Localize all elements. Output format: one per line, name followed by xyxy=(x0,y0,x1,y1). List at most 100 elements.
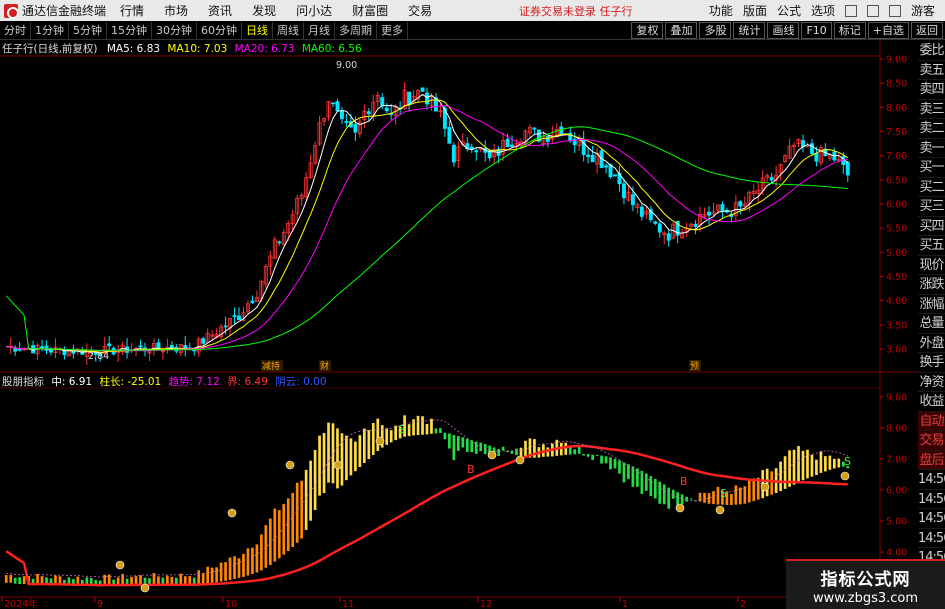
indicator-bar xyxy=(837,458,841,468)
indicator-bar xyxy=(183,576,187,585)
sidebar-item[interactable]: 涨跌 xyxy=(918,275,945,295)
sidebar-item[interactable]: 卖五 xyxy=(918,61,945,80)
candle-body xyxy=(510,144,515,147)
indicator-bar xyxy=(515,448,518,456)
indicator-bar xyxy=(770,471,774,495)
candle-body xyxy=(613,174,617,177)
candle-body xyxy=(232,315,237,318)
indicator-bar xyxy=(613,458,617,469)
kline-chart[interactable]: 9.00 8.50 8.00 7.50 7.00 6.50 6.00 5.50 5.00 4.50… xyxy=(0,0,945,609)
sidebar-item[interactable]: 买一 xyxy=(918,158,945,178)
indicator-bar xyxy=(712,491,715,505)
sidebar-item[interactable]: 总量 xyxy=(918,314,945,334)
indicator-bar xyxy=(4,575,8,583)
sidebar-item[interactable]: 14:56 xyxy=(918,490,945,509)
ind-cloud: 阴云: 0.00 xyxy=(275,376,327,388)
indicator-bar xyxy=(815,459,818,476)
indicator-bar xyxy=(797,446,800,483)
money-bag-icon xyxy=(333,460,343,470)
indicator-bar xyxy=(801,450,805,481)
main-axis-label: 8.00 xyxy=(886,103,907,114)
indicator-bar xyxy=(792,449,796,485)
ma10-line xyxy=(6,99,849,353)
sidebar-item[interactable]: 现价 xyxy=(918,256,945,275)
sidebar-item[interactable]: 自动 xyxy=(918,411,945,431)
indicator-bar xyxy=(371,422,375,455)
candle-body xyxy=(769,177,774,181)
sidebar-item[interactable]: 14:56 xyxy=(918,509,945,529)
candle-body xyxy=(621,183,626,199)
sidebar-item[interactable]: 买五 xyxy=(918,236,945,256)
sidebar-item[interactable]: 14:56 xyxy=(918,470,945,490)
candle-body xyxy=(666,233,671,241)
sidebar-item[interactable]: 买二 xyxy=(918,178,945,197)
sidebar-item[interactable]: 委比 xyxy=(918,41,945,61)
sidebar-item[interactable]: 14:56 xyxy=(918,529,945,548)
indicator-bar xyxy=(439,428,442,433)
sidebar-item[interactable]: 卖三 xyxy=(918,100,945,119)
ma60-line xyxy=(5,126,848,352)
sidebar-item[interactable]: 买四 xyxy=(918,217,945,236)
xaxis-label: 9 xyxy=(97,599,103,609)
indicator-bar xyxy=(595,454,599,456)
candle-body xyxy=(738,201,743,207)
indicator-bar xyxy=(461,437,465,448)
sidebar-item[interactable]: 盘后 xyxy=(918,450,945,470)
indicator-name[interactable]: 股朋指标 xyxy=(2,376,44,388)
indicator-bar xyxy=(18,577,22,584)
ma5-line xyxy=(6,93,849,354)
indicator-bar xyxy=(349,438,353,476)
indicator-bar xyxy=(779,461,782,492)
indicator-bar xyxy=(501,446,505,451)
candle-body xyxy=(604,165,609,168)
indicator-bar xyxy=(255,544,259,573)
sidebar-item[interactable]: 外盘 xyxy=(918,334,945,353)
indicator-bar xyxy=(573,449,577,455)
sub-axis-label: 8.00 xyxy=(886,424,907,435)
indicator-bar xyxy=(591,454,594,460)
sidebar-item[interactable]: 收益 xyxy=(918,392,945,412)
sidebar-item[interactable]: 买三 xyxy=(918,197,945,217)
indicator-bar xyxy=(631,466,635,487)
ma20-value: MA20: 6.73 xyxy=(234,43,295,55)
money-bag-icon xyxy=(515,455,525,465)
indicator-bar xyxy=(644,473,648,491)
ind-trend: 趋势: 7.12 xyxy=(168,376,220,388)
indicator-bar xyxy=(824,456,827,472)
indicator-bar xyxy=(210,567,214,583)
sidebar-item[interactable]: 净资 xyxy=(918,373,945,392)
indicator-bar xyxy=(331,423,335,484)
candle-body xyxy=(223,325,228,328)
indicator-bar xyxy=(416,415,420,436)
indicator-bar xyxy=(260,534,263,571)
money-bag-icon xyxy=(675,503,685,513)
candle-body xyxy=(590,154,595,163)
sub-axis-label: 7.00 xyxy=(886,455,907,466)
sidebar-item[interactable]: 换手 xyxy=(918,353,945,373)
xaxis-label: 12 xyxy=(480,599,492,609)
indicator-bar xyxy=(286,498,290,552)
sidebar-item[interactable]: 交易 xyxy=(918,431,945,451)
indicator-bar xyxy=(389,430,393,443)
candle-body xyxy=(366,111,371,115)
signal-marker: S xyxy=(398,423,405,436)
indicator-bar xyxy=(658,481,662,504)
candle-body xyxy=(277,241,282,244)
sidebar-item[interactable]: 涨幅 xyxy=(918,295,945,314)
indicator-bar xyxy=(282,503,286,555)
high-price-label: 9.00 xyxy=(336,60,357,71)
indicator-bar xyxy=(430,418,433,434)
indicator-bar xyxy=(354,441,357,472)
main-chart-legend: 任子行(日线,前复权) MA5: 6.83 MA10: 7.03 MA20: 6… xyxy=(2,41,362,55)
indicator-bar xyxy=(452,435,456,461)
indicator-bar xyxy=(456,436,460,451)
sub-axis-label: 5.00 xyxy=(886,517,907,528)
indicator-bar xyxy=(806,449,809,479)
sidebar-item[interactable]: 卖一 xyxy=(918,139,945,158)
sidebar-item[interactable]: 卖四 xyxy=(918,80,945,100)
indicator-bar xyxy=(242,553,245,577)
xaxis-label: 10 xyxy=(225,599,237,609)
indicator-bar xyxy=(215,567,218,583)
sidebar-item[interactable]: 卖二 xyxy=(918,119,945,139)
indicator-bar xyxy=(465,438,469,452)
